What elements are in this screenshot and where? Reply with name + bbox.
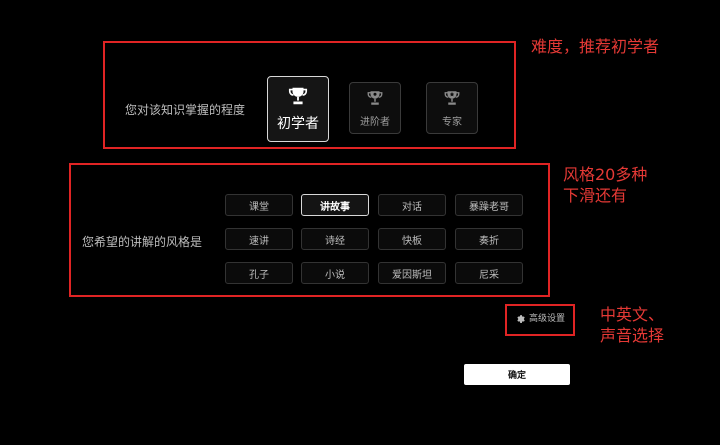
style-option-confucius[interactable]: 孔子	[225, 262, 293, 284]
advanced-settings-button[interactable]: 高级设置	[515, 311, 565, 324]
level-label-expert: 专家	[442, 116, 462, 128]
trophy-icon	[367, 90, 383, 105]
style-option-novel[interactable]: 小说	[301, 262, 369, 284]
style-option-kuaiban[interactable]: 快板	[378, 228, 446, 250]
level-label-beginner: 初学者	[277, 116, 319, 132]
advanced-settings-label: 高级设置	[529, 314, 566, 324]
difficulty-question: 您对该知识掌握的程度	[125, 103, 246, 117]
style-option-classroom[interactable]: 课堂	[225, 194, 293, 216]
advanced-annotation-text: 中英文、 声音选择	[600, 305, 665, 345]
style-question: 您希望的讲解的风格是	[82, 235, 203, 249]
style-option-storytelling[interactable]: 讲故事	[301, 194, 369, 216]
style-option-shijing[interactable]: 诗经	[301, 228, 369, 250]
trophy-icon	[444, 90, 460, 105]
style-annotation-text: 风格20多种 下滑还有	[563, 165, 648, 205]
style-option-grumpy-bro[interactable]: 暴躁老哥	[455, 194, 523, 216]
style-option-einstein[interactable]: 爱因斯坦	[378, 262, 446, 284]
level-card-beginner[interactable]: 初学者	[267, 76, 329, 142]
gear-icon	[517, 314, 525, 323]
level-label-advanced: 进阶者	[360, 116, 390, 128]
style-option-memorial[interactable]: 奏折	[455, 228, 523, 250]
confirm-button[interactable]: 确定	[464, 364, 570, 385]
level-card-expert[interactable]: 专家	[426, 82, 478, 134]
trophy-icon	[288, 87, 308, 105]
style-option-speed[interactable]: 速讲	[225, 228, 293, 250]
level-card-advanced[interactable]: 进阶者	[349, 82, 401, 134]
style-option-nietzsche[interactable]: 尼采	[455, 262, 523, 284]
style-option-dialogue[interactable]: 对话	[378, 194, 446, 216]
difficulty-annotation-text: 难度，推荐初学者	[531, 37, 660, 56]
